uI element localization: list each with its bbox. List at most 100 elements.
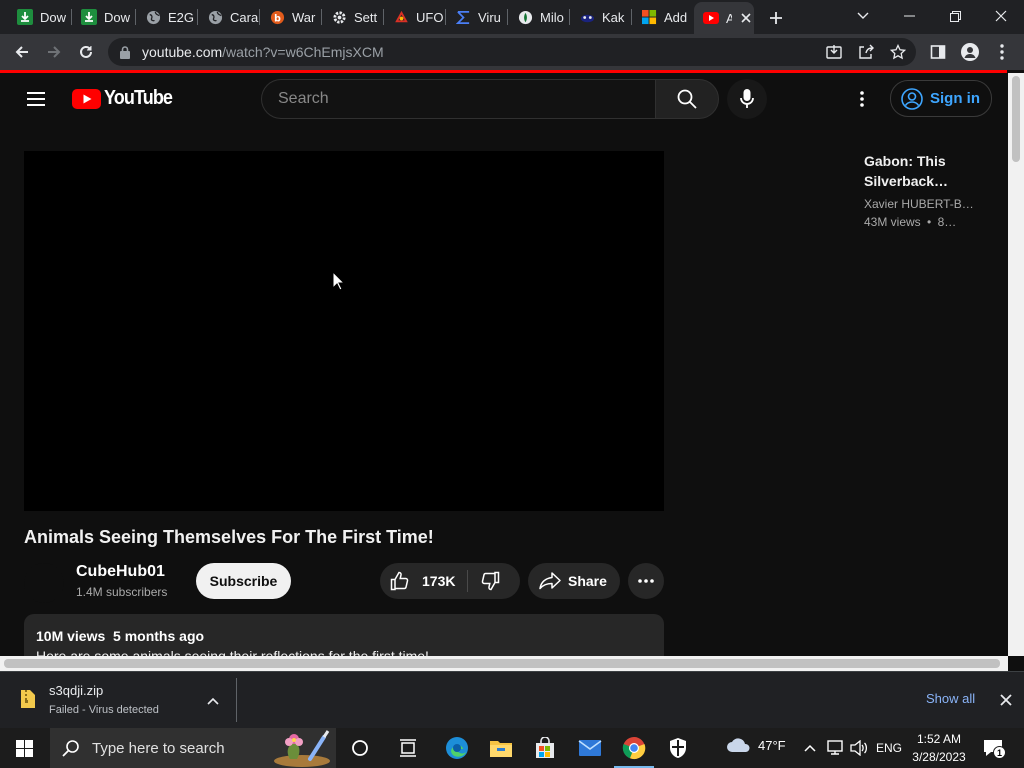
side-panel-button[interactable] xyxy=(924,38,952,66)
tab-label: Milo xyxy=(540,9,564,25)
taskbar-file-explorer[interactable] xyxy=(487,734,515,762)
taskbar-microsoft-store[interactable] xyxy=(531,734,559,762)
horizontal-scrollbar-thumb[interactable] xyxy=(4,659,1000,668)
taskbar-edge[interactable] xyxy=(443,734,471,762)
globe-icon xyxy=(207,9,223,25)
channel-avatar[interactable] xyxy=(24,563,64,603)
tab-settings[interactable]: Sett xyxy=(322,4,384,30)
kebab-menu-icon xyxy=(1000,44,1004,60)
download-options-button[interactable] xyxy=(202,690,224,712)
youtube-logo-text: YouTube xyxy=(104,87,173,109)
close-download-shelf-button[interactable] xyxy=(996,690,1016,710)
tab-label: War xyxy=(292,9,316,25)
thumbs-down-icon xyxy=(481,571,500,591)
zip-file-icon xyxy=(21,690,35,708)
chevron-up-icon xyxy=(207,697,219,705)
taskbar-mail[interactable] xyxy=(576,734,604,762)
tab-label: Add xyxy=(664,9,688,25)
taskbar-search-box[interactable]: Type here to search xyxy=(50,728,336,768)
youtube-logo[interactable]: YouTube xyxy=(72,87,180,110)
recommended-video-title[interactable]: Gabon: This Silverback… xyxy=(864,151,994,191)
search-button[interactable] xyxy=(655,79,719,119)
subscribe-button[interactable]: Subscribe xyxy=(196,563,291,599)
action-center-button[interactable]: 1 xyxy=(980,734,1006,762)
task-view-button[interactable] xyxy=(394,734,422,762)
share-button[interactable]: Share xyxy=(528,563,620,599)
close-icon xyxy=(995,10,1007,22)
reload-button[interactable] xyxy=(72,38,100,66)
profile-button[interactable] xyxy=(956,38,984,66)
share-page-button[interactable] xyxy=(852,38,880,66)
video-player[interactable] xyxy=(24,151,664,511)
address-bar[interactable]: youtube.com/watch?v=w6ChEmjsXCM xyxy=(108,38,916,66)
restore-button[interactable] xyxy=(932,0,978,32)
forward-button[interactable] xyxy=(40,38,68,66)
tab-search-button[interactable] xyxy=(840,0,886,32)
start-button[interactable] xyxy=(0,728,48,768)
dislike-button[interactable] xyxy=(468,563,520,599)
cursor-arrow-icon xyxy=(332,271,345,291)
tab-add[interactable]: Add xyxy=(632,4,694,30)
description-text: Here are some animals seeing their refle… xyxy=(36,648,429,656)
microphone-icon xyxy=(740,89,754,108)
tab-youtube-active[interactable]: A xyxy=(694,2,754,34)
description-box[interactable]: 10M views 5 months ago Here are some ani… xyxy=(24,614,664,656)
tab-download-1[interactable]: Dow xyxy=(8,4,70,30)
kak-icon xyxy=(579,9,595,25)
person-icon xyxy=(961,43,979,61)
more-actions-button[interactable] xyxy=(628,563,664,599)
clock-time[interactable]: 1:52 AM xyxy=(914,732,964,746)
network-button[interactable] xyxy=(824,734,846,762)
clock-date[interactable]: 3/28/2023 xyxy=(910,750,968,764)
show-hidden-icons-button[interactable] xyxy=(800,734,820,762)
tab-label: Viru xyxy=(478,9,501,25)
tab-virustotal[interactable]: Viru xyxy=(446,4,508,30)
view-count: 10M views xyxy=(36,628,106,644)
bookmark-button[interactable] xyxy=(884,38,912,66)
close-tab-icon[interactable] xyxy=(741,13,751,23)
vertical-scrollbar-thumb[interactable] xyxy=(1012,76,1020,162)
input-language-indicator[interactable]: ENG xyxy=(876,741,902,755)
ufo-icon xyxy=(393,9,409,25)
lock-icon[interactable] xyxy=(120,45,130,59)
download-filename[interactable]: s3qdji.zip xyxy=(49,683,103,698)
chevron-down-icon xyxy=(857,12,869,19)
show-all-downloads-link[interactable]: Show all xyxy=(926,691,975,706)
tab-war[interactable]: b War xyxy=(260,4,322,30)
guide-menu-button[interactable] xyxy=(24,87,48,111)
network-ethernet-icon xyxy=(827,740,843,755)
tab-ufo[interactable]: UFO xyxy=(384,4,446,30)
like-button[interactable]: 173K xyxy=(380,563,467,599)
voice-search-button[interactable] xyxy=(727,79,767,119)
cortana-button[interactable] xyxy=(346,734,374,762)
weather-widget[interactable]: 47°F xyxy=(726,736,786,754)
side-panel-icon xyxy=(930,45,946,59)
close-window-button[interactable] xyxy=(978,0,1024,32)
install-app-button[interactable] xyxy=(820,38,848,66)
search-placeholder: Search xyxy=(278,90,329,107)
minimize-button[interactable] xyxy=(886,0,932,32)
tab-download-2[interactable]: Dow xyxy=(72,4,134,30)
tab-e2g[interactable]: E2G xyxy=(136,4,198,30)
download-item[interactable] xyxy=(14,683,44,733)
back-button[interactable] xyxy=(8,38,36,66)
arrow-right-icon xyxy=(48,46,61,58)
tab-cara[interactable]: Cara xyxy=(198,4,260,30)
channel-name[interactable]: CubeHub01 xyxy=(76,563,165,581)
tab-kak[interactable]: Kak xyxy=(570,4,632,30)
taskbar-chrome[interactable] xyxy=(620,734,648,762)
subscriber-count: 1.4M subscribers xyxy=(76,585,168,599)
new-tab-button[interactable] xyxy=(765,7,787,29)
folder-icon xyxy=(490,741,512,757)
tab-label: Dow xyxy=(104,9,131,25)
settings-menu-button[interactable] xyxy=(852,87,872,111)
tab-milo[interactable]: Milo xyxy=(508,4,570,30)
volume-button[interactable] xyxy=(848,734,870,762)
taskbar-windows-security[interactable] xyxy=(664,734,692,762)
taskbar-search-placeholder: Type here to search xyxy=(92,739,225,757)
chrome-menu-button[interactable] xyxy=(988,38,1016,66)
sign-in-button[interactable]: Sign in xyxy=(890,80,992,117)
mouse-cursor xyxy=(332,271,345,291)
tab-label: A xyxy=(726,10,732,26)
search-input[interactable]: Search xyxy=(261,79,656,119)
